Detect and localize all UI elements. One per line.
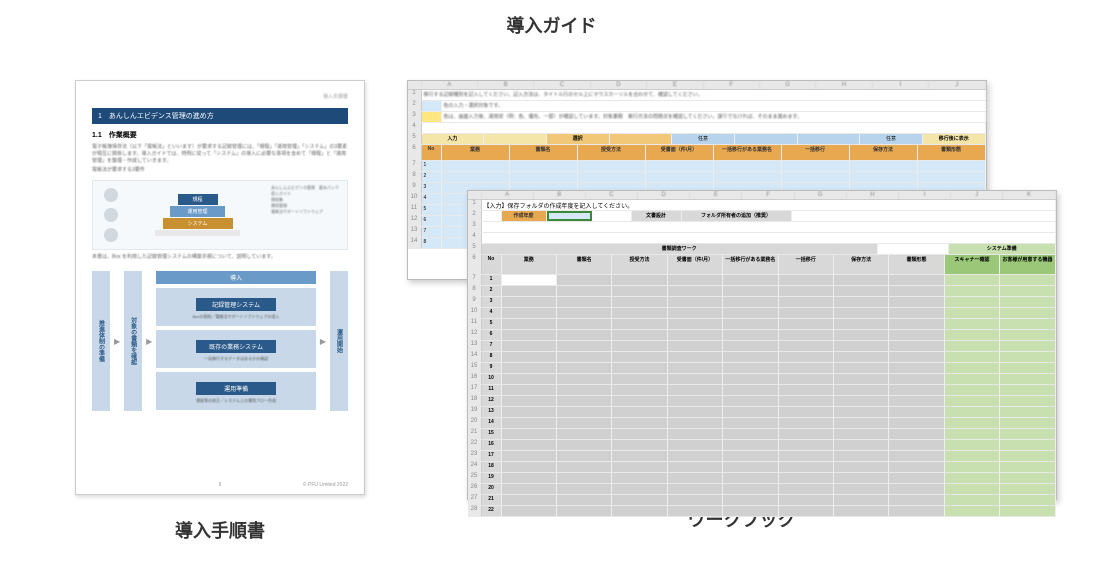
note-row: 2色の入力・選択対象です。 [408,101,986,112]
arrow-icon: ▶ [114,271,120,411]
data-row: 82 [468,286,1056,297]
pyramid-icons [93,181,128,249]
sheet-col-header: A B C D E F G H I J K [468,191,1056,200]
pyramid-top: 規程 [178,194,218,205]
data-row: 2317 [468,451,1056,462]
data-row: 1711 [468,385,1056,396]
data-row: 2418 [468,462,1056,473]
gear-icon [104,208,118,222]
blank-row: 3 [468,222,1056,233]
data-row: 1913 [468,407,1056,418]
blank-row: 4 [468,233,1056,244]
arrow-icon: ▶ [146,271,152,411]
flow-center-blocks: 導入 記録管理システム Boxの契約／電帳法サポートソフトウェアの導入 既存の業… [156,271,316,411]
input-row: 2 作成年度 文書設計 フォルダ所有者の追加（推奨） [468,211,1056,222]
data-row: 2519 [468,473,1056,484]
pyramid-base [155,230,240,236]
scanner-icon [104,228,118,242]
pyramid-system: システム [163,218,233,229]
data-row: 115 [468,319,1056,330]
doc-paragraph-sub: 電帳法が要求する3要件 [92,167,348,174]
data-row: 2721 [468,495,1056,506]
flow-left-bar: 推進体制の準備 [92,271,110,411]
note-row: 3色は、画面入力後、運用状（例：色、優先、一部）が確認しています。対象業務 実行… [408,112,986,123]
group-header-row: 5 入力 選択 任意 任意 移行後に表示 [408,134,986,145]
data-row: 1610 [468,374,1056,385]
content-area: 導入手順書 1 あんしんエビデンス管理の進め方 1.1 作業概要 電子帳簿保存法… [0,80,1103,568]
data-row: 126 [468,330,1056,341]
doc-paragraph-2: 本書は、Box を利用した記録管理システムの構築手順について、説明しています。 [92,254,348,261]
data-row: 71 [408,161,986,172]
flow-mid-bar: 対象の書類を確認 [124,271,142,411]
year-input-cell[interactable] [547,211,592,221]
sheet-col-header: ABCDEFGHIJ [408,81,986,90]
data-row: 2822 [468,506,1056,517]
data-row: 2620 [468,484,1056,495]
doc-design-button[interactable]: 文書設計 [632,211,682,221]
doc-pyramid-diagram: 規程 運用管理 システム あんしんエビデンス管理 基本パック 導入ガイド 規程集… [92,180,348,250]
right-column: ABCDEFGHIJ 1移行する記録種別を記入してください。記入方法は、タイトル… [380,80,1103,568]
instruction-row: 1【入力】保存フォルダの作成年度を記入してください。 [468,200,1056,211]
doc-section-number: 1.1 作業概要 [92,130,348,140]
doc-page-number: 6 [219,482,222,488]
data-row: 71 [468,275,1056,286]
data-row: 104 [468,308,1056,319]
data-row: 2014 [468,418,1056,429]
column-header-row: 6 No 業務 書類名 授受方法 受書面（件/月） 一括移行がある業務名 一括移… [408,145,986,161]
doc-footer-copyright: © PFU Limited 2022 [303,482,348,488]
pyramid-stack: 規程 運用管理 システム [128,181,267,249]
workbook-sheet-front: A B C D E F G H I J K 1【入力】保存フォルダの作成年度を記… [467,190,1057,500]
column-header-row: 6 No 業務 書類名 授受方法 受書面（件/月） 一括移行がある業務名 一括移… [468,255,1056,275]
doc-topright: 導入手順書 [92,93,348,100]
arrow-icon: ▶ [320,271,326,411]
group-header-row: 5 書類調査ワーク システム準備 [468,244,1056,255]
data-row: 148 [468,352,1056,363]
add-owner-button[interactable]: フォルダ所有者の追加（推奨） [682,211,792,221]
data-row: 93 [468,297,1056,308]
data-row: 159 [468,363,1056,374]
person-icon [104,188,118,202]
data-row: 2216 [468,440,1056,451]
data-row: 82 [408,172,986,183]
flow-right-bar: 運用開始 [330,271,348,411]
pyramid-mid: 運用管理 [170,206,225,217]
data-row: 137 [468,341,1056,352]
left-column: 導入手順書 1 あんしんエビデンス管理の進め方 1.1 作業概要 電子帳簿保存法… [0,80,380,568]
data-row: 1812 [468,396,1056,407]
flow-block-2: 既存の業務システム 一括移行するデータはあるかの確認 [156,330,316,368]
blank-row: 4 [408,123,986,134]
flow-header: 導入 [156,271,316,284]
data-row: 2115 [468,429,1056,440]
note-row: 1移行する記録種別を記入してください。記入方法は、タイトル行のセル上にマウスカー… [408,90,986,101]
doc-flow-diagram: 推進体制の準備 ▶ 対象の書類を確認 ▶ 導入 記録管理システム Boxの契約／… [92,271,348,411]
document-thumbnail: 導入手順書 1 あんしんエビデンス管理の進め方 1.1 作業概要 電子帳簿保存法… [75,80,365,495]
doc-paragraph-1: 電子帳簿保存法（以下「電帳法」といいます）が要求する記録管理には、「規程」「運用… [92,144,348,165]
page-title: 導入ガイド [507,12,597,38]
flow-block-1: 記録管理システム Boxの契約／電帳法サポートソフトウェアの導入 [156,288,316,326]
left-caption: 導入手順書 [175,517,265,543]
workbook-stack: ABCDEFGHIJ 1移行する記録種別を記入してください。記入方法は、タイトル… [407,80,1047,490]
flow-block-3: 運用準備 規程等の修正／システム上の運用フロー作成 [156,372,316,410]
doc-chapter-bar: 1 あんしんエビデンス管理の進め方 [92,108,348,124]
pyramid-right-notes: あんしんエビデンス管理 基本パック 導入ガイド 規程集 運用管理 電帳法サポート… [267,181,347,249]
